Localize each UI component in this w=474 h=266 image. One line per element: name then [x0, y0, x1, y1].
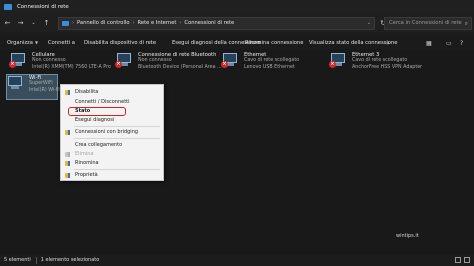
view-options-icon[interactable]: ▦: [426, 38, 432, 48]
menu-separator: [74, 126, 160, 127]
address-dropdown-chevron-icon[interactable]: ⌄: [367, 20, 371, 26]
connect-to-button[interactable]: Connetti a: [48, 40, 75, 46]
bluetooth-adapter-icon: ×: [115, 52, 134, 68]
breadcrumb-network-internet[interactable]: Rete e Internet: [138, 20, 177, 26]
chevron-down-icon: ▼: [34, 40, 39, 45]
large-icons-view-icon[interactable]: [464, 257, 470, 263]
connection-item-cellular[interactable]: × Cellulare Non connesso Intel(R) XMM(TM…: [9, 52, 111, 71]
connection-item-wifi[interactable]: Wi-Fi SuperWiFi Intel(R) Wi-Fi: [7, 75, 60, 94]
uac-shield-icon: [65, 151, 70, 157]
search-input[interactable]: Cerca in Connessioni di rete ⌕: [384, 16, 472, 30]
menu-item-rename[interactable]: Rinomina: [61, 159, 163, 167]
status-highlight-annotation: [68, 107, 126, 116]
breadcrumb-separator-icon: ›: [179, 20, 182, 26]
address-bar: ← → ⌄ ↑ › Pannello di controllo › Rete e…: [0, 14, 474, 32]
breadcrumb-separator-icon: ›: [72, 20, 74, 26]
uac-shield-icon: [65, 89, 70, 95]
breadcrumb-network-connections[interactable]: Connessioni di rete: [184, 20, 234, 26]
search-placeholder: Cerca in Connessioni di rete: [389, 20, 462, 26]
menu-item-disable[interactable]: Disabilita: [61, 88, 163, 96]
back-arrow-icon[interactable]: ←: [2, 18, 13, 29]
wifi-adapter-icon: [7, 75, 25, 91]
connection-status: Cavo di rete scollegato: [244, 58, 300, 64]
control-panel-icon: [62, 20, 69, 26]
menu-item-create-shortcut[interactable]: Crea collegamento: [61, 141, 163, 149]
menu-item-properties[interactable]: Proprietà: [61, 171, 163, 179]
connection-device: Lenovo USB Ethernet: [244, 64, 295, 70]
connection-device: Intel(R) Wi-Fi: [29, 87, 60, 93]
menu-separator: [74, 138, 160, 139]
connection-item-bluetooth[interactable]: × Connessione di rete Bluetooth Non conn…: [115, 52, 222, 71]
connection-device: AnchorFree HSS VPN Adapter: [352, 64, 423, 70]
breadcrumb-separator-icon: ›: [132, 20, 135, 26]
breadcrumb-control-panel[interactable]: Pannello di controllo: [77, 20, 130, 26]
view-status-button[interactable]: Visualizza stato della connessione: [309, 40, 397, 46]
connection-device: Bluetooth Device (Personal Area ...: [138, 64, 222, 70]
menu-item-bridge-connections[interactable]: Connessioni con bridging: [61, 128, 163, 136]
uac-shield-icon: [65, 172, 70, 178]
command-bar: Organizza ▼ Connetti a Disabilita disposi…: [0, 37, 474, 49]
disconnected-x-icon: ×: [329, 61, 336, 68]
address-field[interactable]: › Pannello di controllo › Rete e Interne…: [58, 16, 375, 30]
organize-button[interactable]: Organizza ▼: [7, 40, 38, 46]
status-separator: [35, 256, 37, 264]
menu-item-delete: Elimina: [61, 150, 163, 158]
title-bar: Connessioni di rete: [0, 0, 474, 14]
disable-device-button[interactable]: Disabilita dispositivo di rete: [84, 40, 156, 46]
more-options-icon[interactable]: »: [386, 38, 390, 48]
window-title: Connessioni di rete: [17, 4, 69, 10]
vpn-adapter-icon: ×: [329, 52, 348, 68]
watermark: wintips.it: [396, 233, 419, 239]
connection-item-ethernet-3[interactable]: × Ethernet 3 Cavo di rete scollegato Anc…: [329, 52, 423, 71]
menu-separator: [74, 169, 160, 170]
help-icon[interactable]: ?: [460, 38, 463, 48]
cellular-adapter-icon: ×: [9, 52, 28, 68]
recent-locations-chevron-icon[interactable]: ⌄: [28, 18, 39, 29]
disconnected-x-icon: ×: [9, 61, 16, 68]
network-folder-icon: [4, 4, 12, 10]
forward-arrow-icon[interactable]: →: [15, 18, 26, 29]
search-icon: ⌕: [464, 19, 468, 27]
up-arrow-icon[interactable]: ↑: [41, 18, 52, 29]
uac-shield-icon: [65, 160, 70, 166]
menu-item-diagnose[interactable]: Esegui diagnosi: [61, 116, 163, 124]
connection-device: Intel(R) XMM(TM) 7560 LTE-A Pro: [32, 64, 111, 70]
preview-pane-icon[interactable]: ▭: [446, 38, 452, 48]
ethernet-adapter-icon: ×: [221, 52, 240, 68]
uac-shield-icon: [65, 129, 70, 135]
item-count: 5 elementi: [4, 257, 31, 263]
selection-count: 1 elemento selezionato: [40, 257, 100, 263]
disconnected-x-icon: ×: [115, 61, 122, 68]
details-view-icon[interactable]: [455, 257, 461, 263]
connection-item-ethernet[interactable]: × Ethernet Cavo di rete scollegato Lenov…: [221, 52, 300, 71]
status-bar: 5 elementi 1 elemento selezionato: [0, 254, 474, 266]
menu-item-connect-disconnect[interactable]: Connetti / Disconnetti: [61, 98, 163, 106]
context-menu: Disabilita Connetti / Disconnetti Stato …: [60, 84, 164, 181]
rename-connection-button[interactable]: Rinomina connessione: [245, 40, 303, 46]
disconnected-x-icon: ×: [221, 61, 228, 68]
